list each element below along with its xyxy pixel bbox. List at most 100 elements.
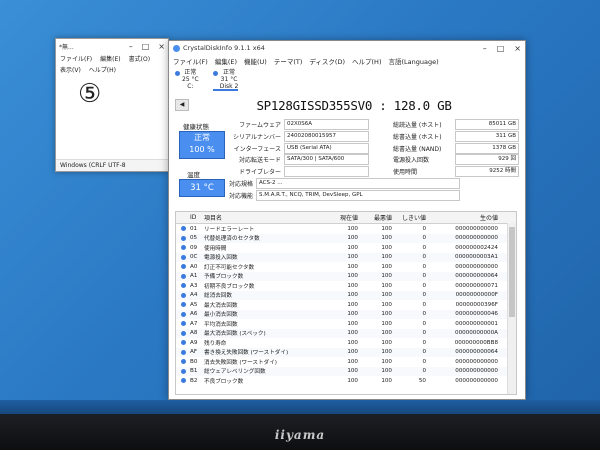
notepad-window: *無... – □ × ファイル(F) 編集(E) 書式(O) 表示(V) ヘル… [55,38,169,172]
menu-edit[interactable]: 編集(E) [100,54,120,63]
menu-edit[interactable]: 編集(E) [215,56,237,66]
cell-id: A4 [190,292,198,299]
close-icon[interactable]: × [158,42,165,51]
status-dot-icon [180,330,186,336]
smart-table[interactable]: ID 項目名 現在値 最悪値 しきい値 生の値 01 リードエラーレート 100 10… [175,211,517,395]
desktop-edge [0,400,600,414]
table-row[interactable]: A7 平均消去回数 100 100 0 000000000001 [176,319,516,329]
table-row[interactable]: 0C 電源投入回数 100 100 0 0000000003A1 [176,252,516,262]
health-label: 健康状態 [183,123,209,131]
status-dot-icon [180,311,186,317]
col-raw[interactable]: 生の値 [426,213,502,222]
cell-worst: 100 [381,339,392,346]
field-label: インターフェース [233,145,281,153]
col-name[interactable]: 項目名 [204,213,324,222]
cell-id: B0 [190,358,198,365]
table-row[interactable]: B0 消去失敗回数 (ワーストダイ) 100 100 0 000000000000 [176,357,516,367]
cell-id: 0C [190,254,198,261]
disk-temp: 25 °C [182,76,199,83]
health-status-button[interactable]: 正常 100 % [179,131,225,159]
table-row[interactable]: A5 最大消去回数 100 100 0 00000000396F [176,300,516,310]
prev-disk-arrow-icon[interactable]: ◀ [175,99,189,111]
status-dot-icon [180,264,186,270]
cell-threshold: 0 [422,292,426,299]
table-row[interactable]: A4 総消去回数 100 100 0 00000000000F [176,290,516,300]
table-row[interactable]: B1 総ウェアレベリング回数 100 100 0 000000000000 [176,366,516,376]
menu-file[interactable]: ファイル(F) [173,56,208,66]
cell-threshold: 50 [418,377,426,384]
cell-raw: 000000000001 [455,320,498,327]
cell-name: 代替処理済のセクタ数 [204,236,260,243]
cell-worst: 100 [381,225,392,232]
table-row[interactable]: AF 書き換え失敗回数 (ワーストダイ) 100 100 0 000000000064 [176,347,516,357]
col-worst[interactable]: 最悪値 [358,213,392,222]
table-row[interactable]: A6 最小消去回数 100 100 0 000000000046 [176,309,516,319]
menu-function[interactable]: 機能(U) [244,56,267,66]
table-row[interactable]: A8 最大消去回数 (スペック) 100 100 0 00000000000A [176,328,516,338]
cell-worst: 100 [381,320,392,327]
notepad-title: *無... [59,43,74,51]
menu-language[interactable]: 言語(Language) [388,56,438,66]
status-cell [176,245,190,251]
field-label: ドライブレター [238,169,281,177]
cdi-title: CrystalDiskInfo 9.1.1 x64 [183,44,265,52]
status-dot-icon [180,340,186,346]
menu-theme[interactable]: テーマ(T) [274,56,303,66]
table-row[interactable]: B2 不良ブロック数 100 100 50 000000000000 [176,376,516,386]
status-dot-icon [180,226,186,232]
table-row[interactable]: A3 初期不良ブロック数 100 100 0 000000000071 [176,281,516,291]
field-value: SATA/300 | SATA/600 [284,154,369,166]
table-row[interactable]: A0 訂正不可能セクタ数 100 100 0 000000000000 [176,262,516,272]
table-row[interactable]: 01 リードエラーレート 100 100 0 000000000000 [176,224,516,234]
cell-current: 100 [347,301,358,308]
cell-threshold: 0 [422,263,426,270]
minimize-icon[interactable]: – [483,44,487,53]
table-row[interactable]: 05 代替処理済のセクタ数 100 100 0 000000000000 [176,233,516,243]
maximize-icon[interactable]: □ [497,44,505,53]
table-row[interactable]: 09 使用時間 100 100 0 000000002424 [176,243,516,253]
cell-raw: 000000000000 [455,358,498,365]
cell-name: 予備ブロック数 [204,274,244,281]
cdi-titlebar[interactable]: CrystalDiskInfo 9.1.1 x64 – □ × [169,41,525,55]
cell-name: 総ウェアレベリング回数 [204,369,266,376]
field-row: インターフェース USB (Serial ATA) [229,142,369,154]
col-threshold[interactable]: しきい値 [392,213,426,222]
cell-raw: 000000000000 [455,368,498,375]
close-icon[interactable]: × [514,44,521,53]
col-current[interactable]: 現在値 [324,213,358,222]
disk-fields-left: ファームウェア 02X0S6A シリアルナンバー 24002080015957 イン… [229,119,461,202]
cell-current: 100 [347,254,358,261]
monitor-bezel: iiyama [0,414,600,450]
cell-raw: 000000000000 [455,263,498,270]
field-label: 総書込量 (ホスト) [393,133,442,141]
notepad-titlebar[interactable]: *無... – □ × [56,39,168,53]
menu-help[interactable]: ヘルプ(H) [89,65,116,74]
maximize-icon[interactable]: □ [142,42,150,51]
table-row[interactable]: A9 残り寿命 100 100 0 000000000BB8 [176,338,516,348]
cell-threshold: 0 [422,244,426,251]
temperature-value: 31 °C [179,179,225,197]
notepad-text-area[interactable]: ⑤ [60,75,164,157]
cell-name: 訂正不可能セクタ数 [204,264,255,271]
scrollbar-thumb[interactable] [509,227,515,317]
status-dot-icon [180,321,186,327]
table-row[interactable]: A1 予備ブロック数 100 100 0 000000000064 [176,271,516,281]
status-cell [176,235,190,241]
field-row: 総読込量 (ホスト) 85011 GB [393,119,519,130]
field-value: 929 回 [455,154,519,166]
status-dot-icon [180,245,186,251]
status-dot-icon [175,71,180,76]
cell-id: 01 [190,225,198,232]
cell-threshold: 0 [422,320,426,327]
field-value: 02X0S6A [284,119,369,130]
disk-tab-2[interactable]: 正常 31 °C Disk 2 [212,69,239,91]
menu-view[interactable]: 表示(V) [60,65,81,74]
scrollbar[interactable] [507,223,516,394]
col-id[interactable]: ID [190,214,204,221]
menu-format[interactable]: 書式(O) [129,54,150,63]
disk-tab-c[interactable]: 正常 25 °C C: [175,69,199,91]
menu-disk[interactable]: ディスク(D) [309,56,345,66]
menu-help[interactable]: ヘルプ(H) [352,56,381,66]
minimize-icon[interactable]: – [129,42,133,51]
menu-file[interactable]: ファイル(F) [60,54,92,63]
